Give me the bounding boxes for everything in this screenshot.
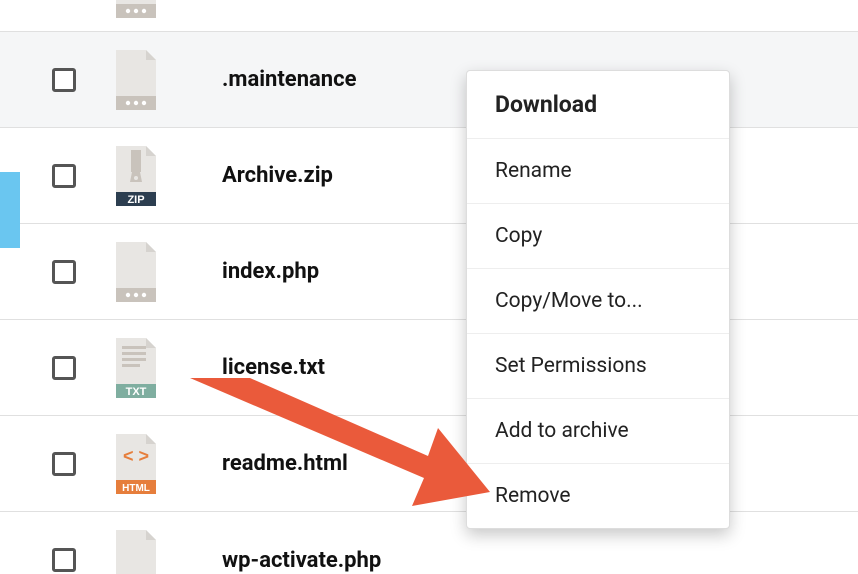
html-file-icon: < > HTML: [112, 434, 160, 494]
file-icon: [112, 530, 160, 574]
row-checkbox[interactable]: [52, 68, 76, 92]
file-manager-view: .maintenance ZIP Archive.zip: [0, 0, 858, 574]
menu-item-set-permissions[interactable]: Set Permissions: [467, 334, 729, 399]
menu-item-download[interactable]: Download: [467, 71, 729, 139]
menu-item-add-to-archive[interactable]: Add to archive: [467, 399, 729, 464]
row-checkbox[interactable]: [52, 452, 76, 476]
side-accent-bar: [0, 172, 20, 248]
svg-text:HTML: HTML: [122, 483, 150, 494]
svg-text:ZIP: ZIP: [127, 194, 144, 206]
menu-item-copy-move-to[interactable]: Copy/Move to...: [467, 269, 729, 334]
file-icon: [112, 0, 160, 18]
menu-item-copy[interactable]: Copy: [467, 204, 729, 269]
svg-text:< >: < >: [123, 446, 149, 466]
menu-item-rename[interactable]: Rename: [467, 139, 729, 204]
table-row[interactable]: [0, 0, 858, 32]
txt-file-icon: TXT: [112, 338, 160, 398]
menu-item-remove[interactable]: Remove: [467, 464, 729, 528]
svg-text:TXT: TXT: [126, 386, 147, 398]
row-checkbox[interactable]: [52, 260, 76, 284]
row-checkbox[interactable]: [52, 356, 76, 380]
row-checkbox[interactable]: [52, 548, 76, 572]
file-name[interactable]: wp-activate.php: [222, 548, 858, 573]
file-icon: [112, 50, 160, 110]
file-icon: [112, 242, 160, 302]
row-checkbox[interactable]: [52, 164, 76, 188]
zip-file-icon: ZIP: [112, 146, 160, 206]
context-menu: Download Rename Copy Copy/Move to... Set…: [466, 70, 730, 529]
